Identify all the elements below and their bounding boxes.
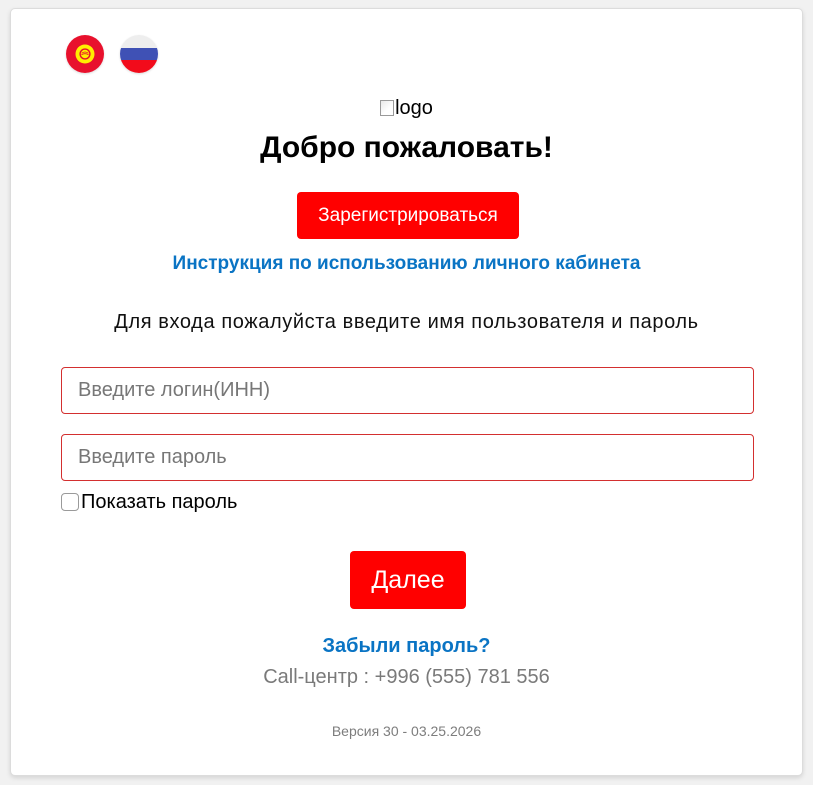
- logo: logo: [11, 95, 802, 121]
- show-password-toggle[interactable]: Показать пароль: [61, 490, 237, 514]
- password-input[interactable]: [61, 434, 754, 481]
- next-button[interactable]: Далее: [350, 551, 466, 609]
- logo-alt-text: logo: [395, 97, 433, 119]
- login-input[interactable]: [61, 367, 754, 414]
- kyrgyzstan-flag-icon[interactable]: [66, 35, 104, 73]
- login-card: logo Добро пожаловать! Зарегистрироватьс…: [10, 8, 803, 776]
- instruction-link[interactable]: Инструкция по использованию личного каби…: [11, 252, 802, 276]
- call-center-text: Call-центр : +996 (555) 781 556: [263, 666, 550, 688]
- version-text: Версия 30 - 03.25.2026: [331, 723, 482, 739]
- register-button[interactable]: Зарегистрироваться: [297, 192, 519, 239]
- broken-image-icon: [380, 100, 395, 116]
- russia-flag-icon[interactable]: [120, 35, 158, 73]
- login-prompt-text: Для входа пожалуйста введите имя пользов…: [114, 311, 699, 333]
- forgot-password-link[interactable]: Забыли пароль?: [11, 633, 802, 659]
- page-title: Добро пожаловать!: [260, 131, 553, 164]
- show-password-checkbox[interactable]: [61, 493, 79, 511]
- show-password-label: Показать пароль: [81, 490, 238, 513]
